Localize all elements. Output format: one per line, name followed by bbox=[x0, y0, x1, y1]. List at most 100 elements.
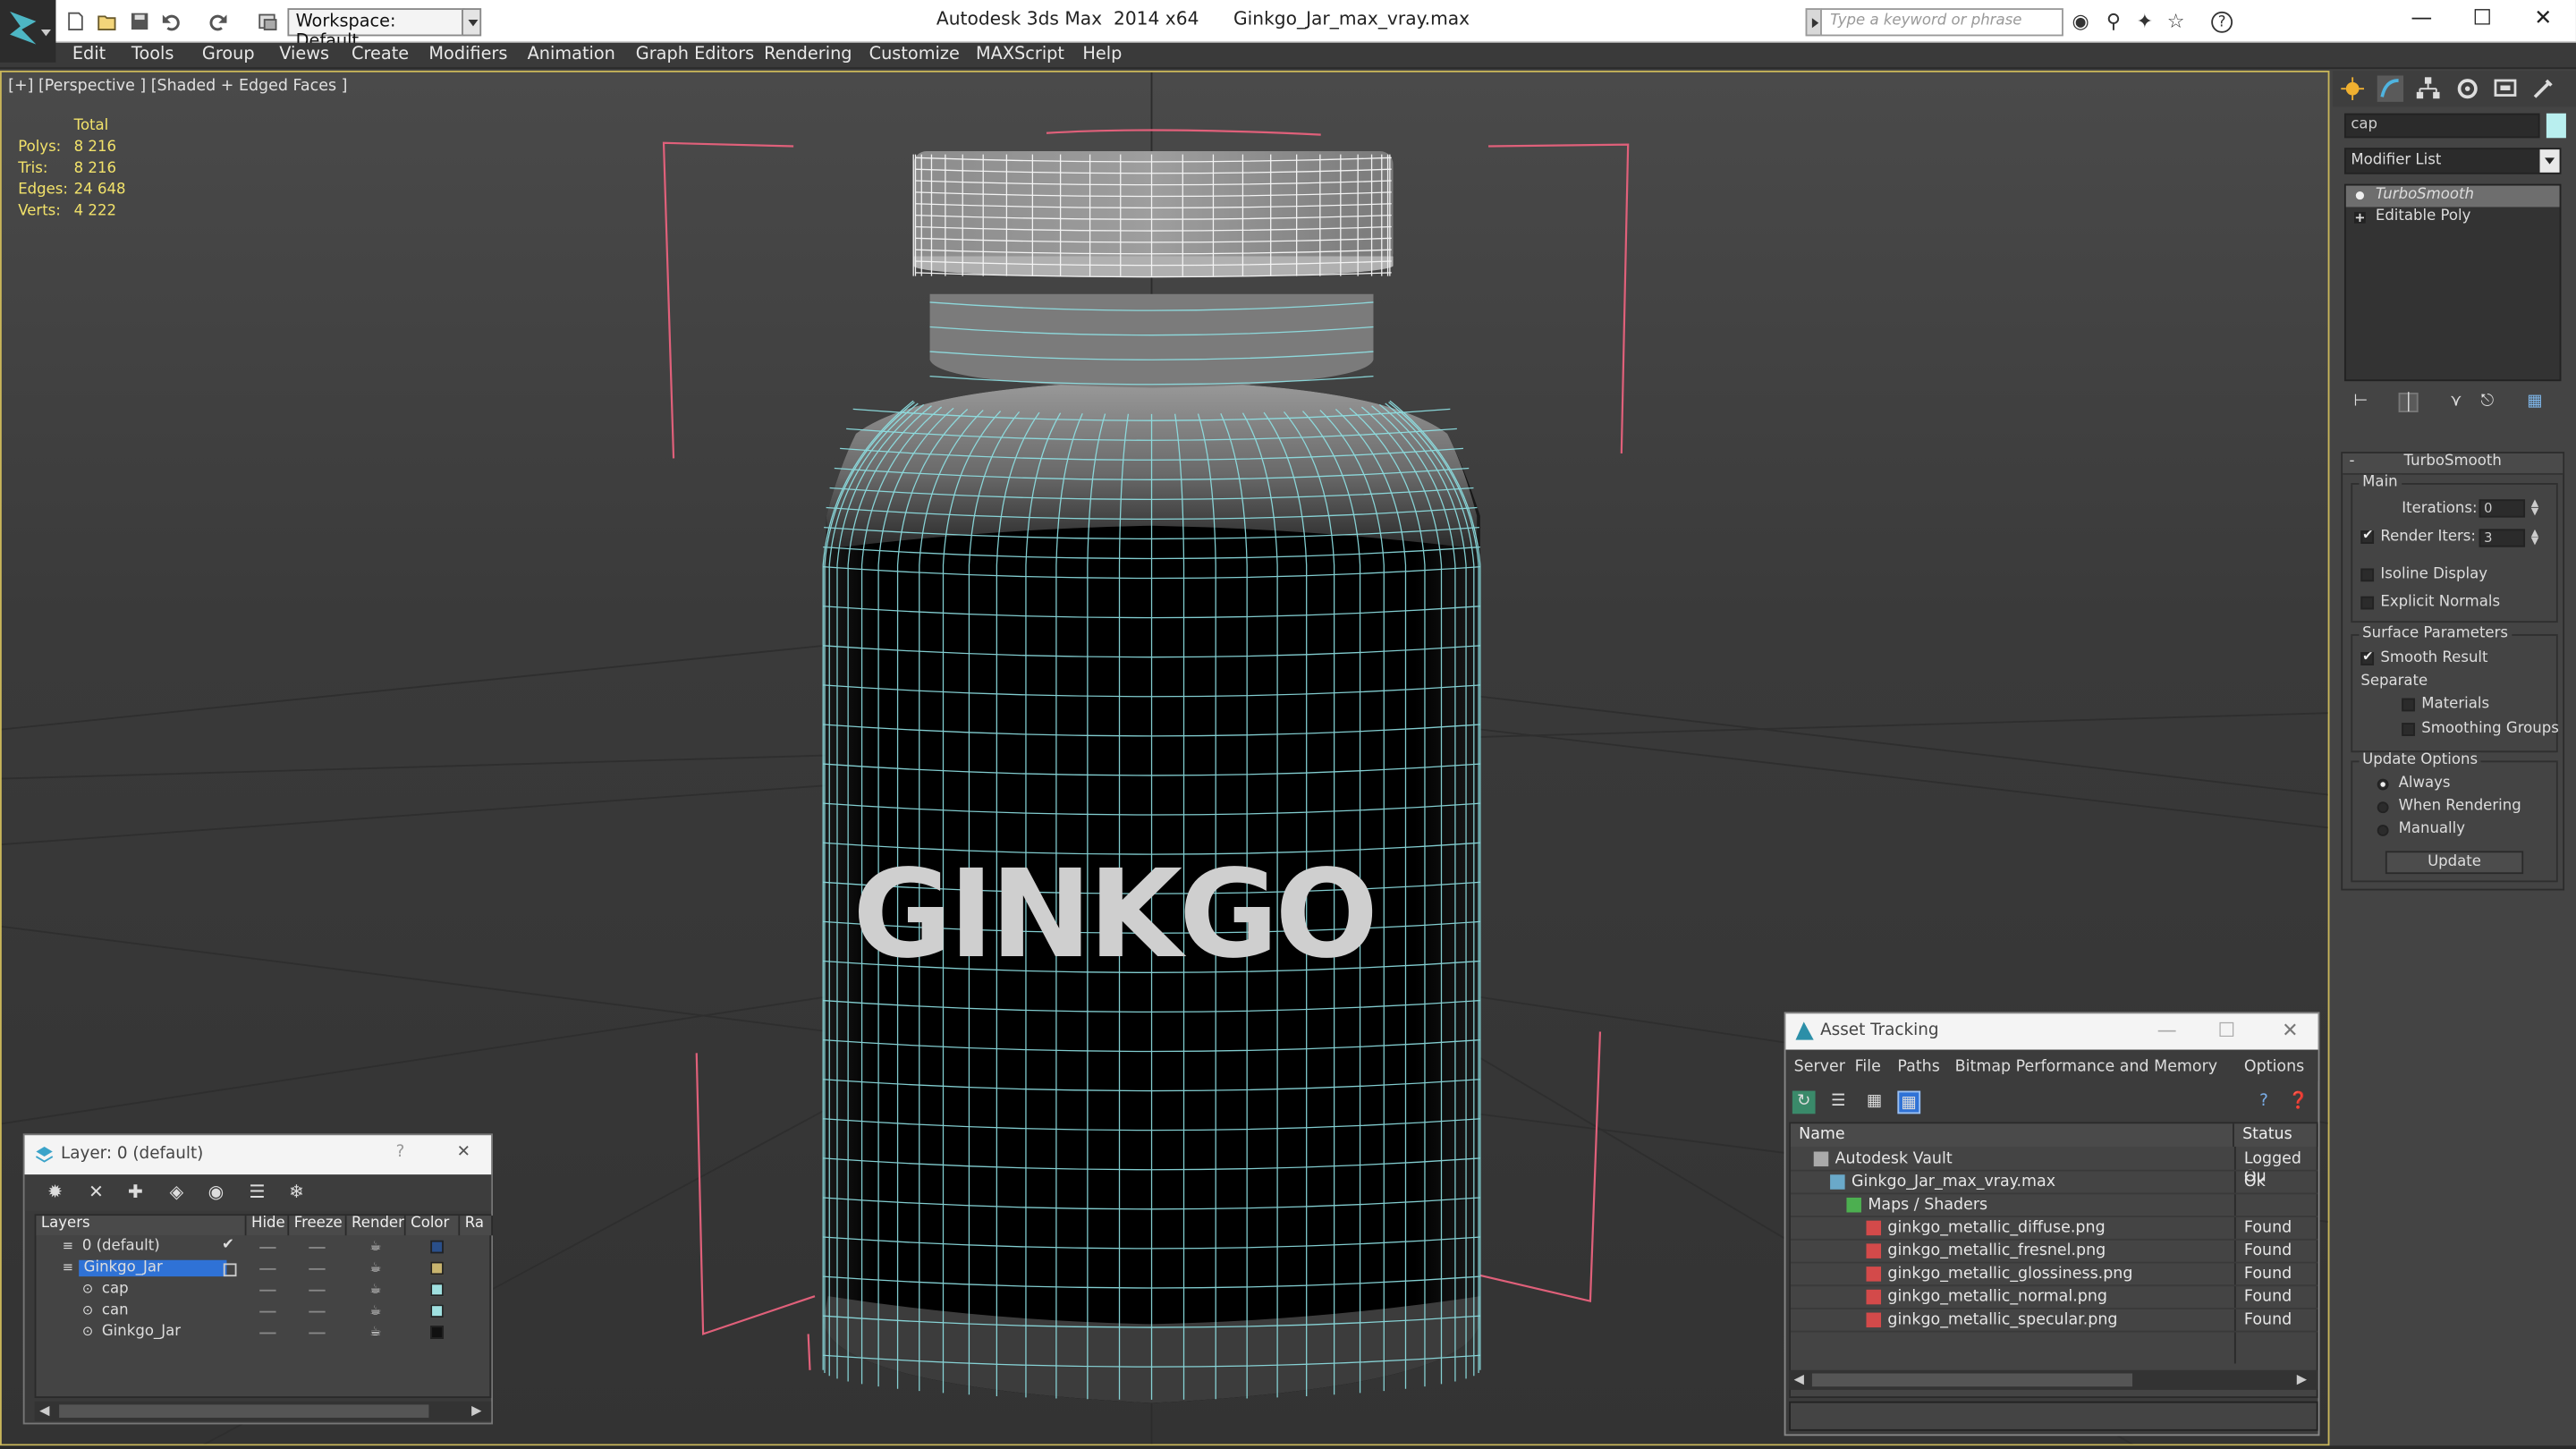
render-teapot-icon[interactable]: ☕ bbox=[369, 1325, 385, 1339]
asset-row[interactable]: ginkgo_metallic_specular.png Found bbox=[1791, 1309, 2318, 1333]
minimize-icon[interactable]: — bbox=[2157, 1019, 2177, 1042]
expand-plus-icon[interactable] bbox=[2353, 211, 2366, 224]
scroll-thumb[interactable] bbox=[59, 1404, 429, 1419]
display-icon[interactable] bbox=[2492, 75, 2518, 101]
asset-window-titlebar[interactable]: Asset Tracking — ☐ ✕ bbox=[1785, 1013, 2318, 1050]
when-rendering-radio[interactable] bbox=[2377, 801, 2389, 814]
make-unique-icon[interactable]: ⋎ bbox=[2446, 393, 2466, 412]
scroll-thumb[interactable] bbox=[1811, 1373, 2133, 1387]
materials-checkbox[interactable] bbox=[2402, 698, 2415, 712]
layer-name[interactable]: Ginkgo_Jar bbox=[102, 1324, 181, 1340]
layer-row[interactable]: ≡ Ginkgo_Jar ☕ bbox=[36, 1258, 491, 1280]
layer-name[interactable]: can bbox=[102, 1303, 129, 1319]
spinner-arrows-icon[interactable]: ▲ ▼ bbox=[2529, 528, 2542, 547]
menu-options[interactable]: Options bbox=[2244, 1058, 2304, 1076]
spinner-arrows-icon[interactable]: ▲ ▼ bbox=[2529, 498, 2542, 517]
layer-row[interactable]: ⊙ cap ☕ bbox=[36, 1280, 491, 1301]
column-header-layers[interactable]: Layers bbox=[36, 1216, 247, 1236]
toggle-dash[interactable] bbox=[309, 1332, 326, 1335]
binoculars-icon[interactable]: ◉ bbox=[2070, 11, 2091, 33]
help-icon[interactable]: ? bbox=[2211, 11, 2233, 33]
layer-name[interactable]: 0 (default) bbox=[82, 1239, 160, 1255]
update-button[interactable]: Update bbox=[2385, 851, 2524, 875]
menu-customize[interactable]: Customize bbox=[869, 45, 960, 64]
hide-all-icon[interactable]: ☰ bbox=[247, 1182, 268, 1203]
horizontal-scrollbar[interactable]: ◀ ▶ bbox=[34, 1401, 492, 1421]
menu-group[interactable]: Group bbox=[202, 45, 255, 64]
refresh-icon[interactable]: ↻ bbox=[1792, 1090, 1816, 1114]
layer-name[interactable]: cap bbox=[102, 1282, 129, 1298]
pin-stack-icon[interactable]: ⊢ bbox=[2351, 393, 2370, 412]
iterations-spinner[interactable]: 0 bbox=[2479, 499, 2526, 518]
layer-color-swatch[interactable] bbox=[430, 1326, 444, 1339]
list-view-icon[interactable]: ☰ bbox=[1826, 1091, 1850, 1114]
delete-layer-icon[interactable]: ✕ bbox=[86, 1182, 107, 1203]
close-icon[interactable]: ✕ bbox=[2282, 1019, 2298, 1042]
scroll-left-icon[interactable]: ◀ bbox=[1794, 1372, 1804, 1387]
column-header-freeze[interactable]: Freeze bbox=[289, 1216, 347, 1236]
minimize-icon[interactable]: — bbox=[2405, 5, 2438, 35]
toggle-dash[interactable] bbox=[259, 1247, 276, 1249]
render-teapot-icon[interactable]: ☕ bbox=[369, 1283, 385, 1296]
scroll-left-icon[interactable]: ◀ bbox=[39, 1403, 49, 1419]
menu-rendering[interactable]: Rendering bbox=[764, 45, 852, 64]
toggle-dash[interactable] bbox=[259, 1267, 276, 1270]
menu-bitmap-performance[interactable]: Bitmap Performance and Memory bbox=[1955, 1058, 2217, 1076]
menu-animation[interactable]: Animation bbox=[528, 45, 615, 64]
menu-maxscript[interactable]: MAXScript bbox=[976, 45, 1064, 64]
menu-create[interactable]: Create bbox=[352, 45, 409, 64]
asset-row[interactable]: Autodesk Vault Logged Ou bbox=[1791, 1148, 2318, 1186]
redo-icon[interactable] bbox=[208, 12, 228, 31]
smoothing-groups-checkbox[interactable] bbox=[2402, 723, 2415, 736]
render-iters-checkbox[interactable] bbox=[2360, 528, 2375, 544]
search-input[interactable]: Type a keyword or phrase bbox=[1820, 8, 2063, 37]
toggle-dash[interactable] bbox=[259, 1332, 276, 1335]
select-objects-icon[interactable]: ◈ bbox=[166, 1182, 188, 1203]
layer-name[interactable]: Ginkgo_Jar bbox=[79, 1259, 227, 1277]
object-name-input[interactable]: cap bbox=[2343, 113, 2540, 139]
toggle-dash[interactable] bbox=[309, 1267, 326, 1270]
vault-help-icon[interactable]: ❓ bbox=[2287, 1091, 2310, 1114]
layer-color-swatch[interactable] bbox=[430, 1304, 444, 1318]
always-radio[interactable] bbox=[2377, 778, 2389, 791]
chevron-down-icon[interactable] bbox=[2539, 149, 2560, 173]
modify-icon[interactable] bbox=[2377, 75, 2404, 102]
manually-radio[interactable] bbox=[2377, 825, 2389, 836]
perspective-viewport[interactable]: GINKGO [+] [Perspective ] [Shaded + Edge… bbox=[0, 70, 2330, 1446]
menu-paths[interactable]: Paths bbox=[1897, 1058, 1939, 1076]
isoline-display-checkbox[interactable] bbox=[2360, 568, 2375, 582]
add-to-layer-icon[interactable]: ✚ bbox=[125, 1182, 147, 1203]
stack-item-editable-poly[interactable]: Editable Poly bbox=[2346, 207, 2560, 228]
motion-icon[interactable] bbox=[2454, 75, 2480, 101]
create-layer-icon[interactable]: ✹ bbox=[45, 1182, 66, 1203]
collapse-icon[interactable]: - bbox=[2349, 453, 2354, 470]
object-color-swatch[interactable] bbox=[2546, 113, 2566, 139]
toggle-dash[interactable] bbox=[259, 1310, 276, 1313]
layer-color-swatch[interactable] bbox=[430, 1240, 444, 1254]
smooth-result-checkbox[interactable] bbox=[2360, 648, 2375, 665]
jar-model[interactable]: GINKGO bbox=[822, 150, 1481, 1403]
column-header-hide[interactable]: Hide bbox=[246, 1216, 290, 1236]
scroll-right-icon[interactable]: ▶ bbox=[471, 1403, 481, 1419]
menu-modifiers[interactable]: Modifiers bbox=[428, 45, 507, 64]
render-teapot-icon[interactable]: ☕ bbox=[369, 1261, 385, 1275]
column-header-radiosity[interactable]: Ra bbox=[460, 1216, 494, 1236]
lightbulb-icon[interactable] bbox=[2354, 191, 2366, 202]
scroll-right-icon[interactable]: ▶ bbox=[2297, 1372, 2307, 1387]
menu-server[interactable]: Server bbox=[1794, 1058, 1845, 1076]
star-icon[interactable]: ☆ bbox=[2165, 11, 2187, 33]
layer-color-swatch[interactable] bbox=[430, 1261, 444, 1275]
stack-item-turbosmooth[interactable]: TurboSmooth bbox=[2345, 185, 2560, 208]
column-header-name[interactable]: Name bbox=[1791, 1123, 2234, 1148]
current-layer-check-icon[interactable]: ✔ bbox=[222, 1237, 234, 1253]
layer-window-titlebar[interactable]: Layer: 0 (default) ? ✕ bbox=[24, 1135, 492, 1175]
key-icon[interactable]: ⚲ bbox=[2103, 11, 2124, 33]
asset-row[interactable]: Maps / Shaders bbox=[1791, 1194, 2318, 1217]
show-end-result-icon[interactable]: │ bbox=[2398, 392, 2419, 413]
new-file-icon[interactable] bbox=[65, 12, 85, 31]
toggle-dash[interactable] bbox=[309, 1310, 326, 1313]
menu-graph-editors[interactable]: Graph Editors bbox=[636, 45, 754, 64]
toggle-dash[interactable] bbox=[309, 1289, 326, 1292]
help-icon[interactable]: ? bbox=[396, 1143, 405, 1161]
save-icon[interactable] bbox=[130, 12, 149, 31]
